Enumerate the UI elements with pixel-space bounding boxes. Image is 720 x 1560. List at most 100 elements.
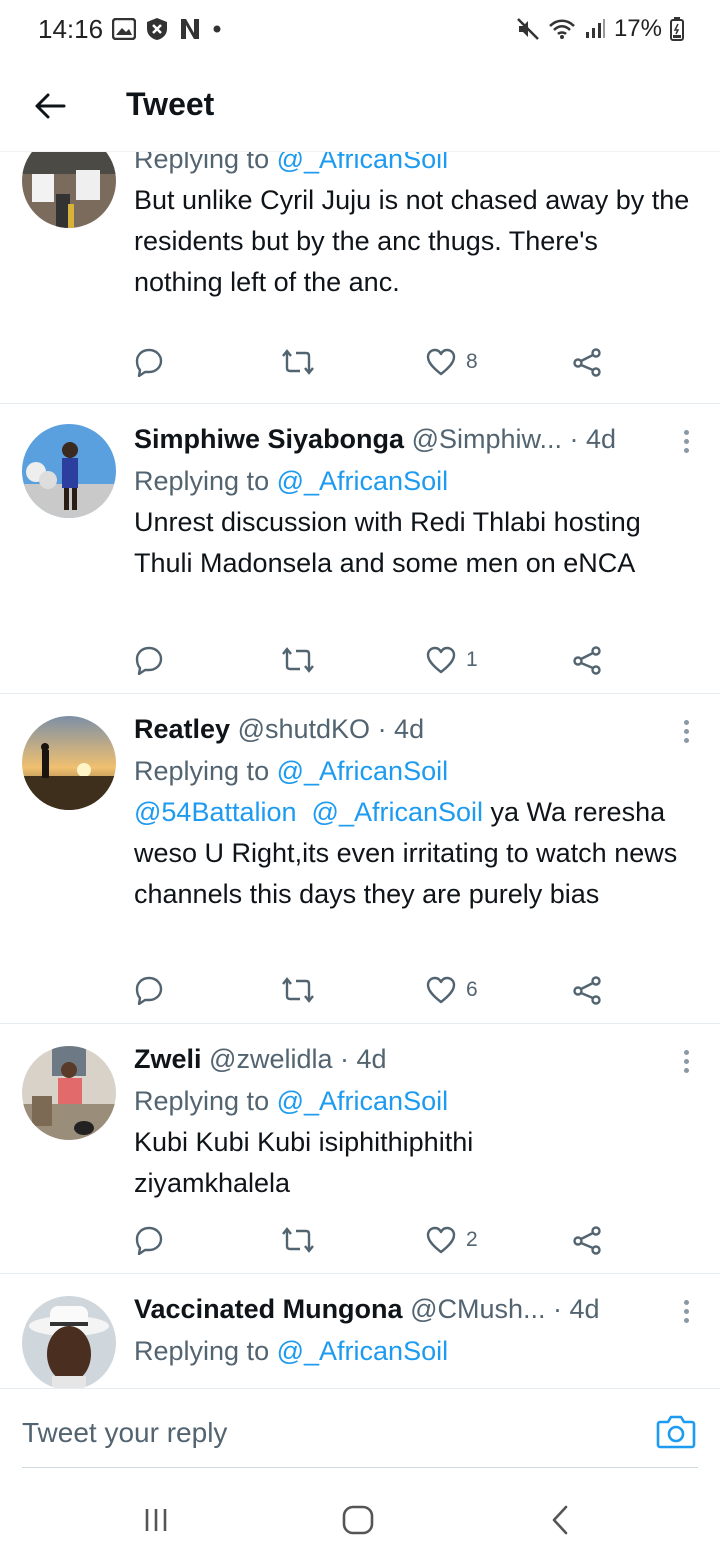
like-icon [426,976,456,1004]
tweet-text: Unrest discussion with Redi Thlabi hosti… [134,507,641,578]
battery-level: 17% [613,15,662,42]
retweet-icon [282,977,314,1003]
replying-to: Replying to @_AfricanSoil [134,1336,449,1366]
tweet-item[interactable]: Simphiwe Siyabonga @Simphiw... · 4d Repl… [0,404,720,694]
camera-button[interactable] [656,1413,696,1453]
replying-to: Replying to @_AfricanSoil [134,466,449,496]
like-count: 2 [466,1228,478,1251]
replying-to-link[interactable]: @_AfricanSoil [277,756,448,786]
replies-feed[interactable]: Replying to @_AfricanSoil But unlike Cyr… [0,152,720,1388]
author-name[interactable]: Vaccinated Mungona [134,1294,403,1324]
page-title: Tweet [126,86,215,122]
mute-icon [517,18,539,40]
author-handle[interactable]: @zwelidla [209,1044,332,1074]
author-handle[interactable]: @shutdKO [238,714,370,744]
reply-input-underline [22,1467,698,1468]
reply-button[interactable] [134,970,164,1010]
system-navigation-bar [0,1478,720,1560]
wifi-icon [549,19,575,39]
tweet-text: Kubi Kubi Kubi isiphithiphithi ziyamkhal… [134,1127,474,1198]
tweet-item[interactable]: Reatley @shutdKO · 4d Replying to @_Afri… [0,694,720,1024]
mention-link[interactable]: @_AfricanSoil [312,797,483,827]
retweet-button[interactable] [282,970,314,1010]
share-icon [573,646,601,675]
share-button[interactable] [572,342,602,382]
tweet-actions: 1 [134,640,614,680]
share-icon [573,1226,601,1255]
camera-icon [656,1415,696,1449]
status-time: 14:16 [38,14,104,44]
reply-input[interactable]: Tweet your reply [22,1417,227,1449]
tweet-time: · 4d [569,424,617,454]
system-icons: 17% [516,14,684,44]
like-count: 8 [466,350,478,373]
tweet-meta: Vaccinated Mungona @CMush... · 4d [134,1292,692,1326]
recent-apps-button[interactable] [136,1500,176,1540]
like-button[interactable]: 8 [426,342,478,382]
tweet-meta: Zweli @zwelidla · 4d [134,1042,692,1076]
replying-to: Replying to @_AfricanSoil [134,1086,449,1116]
like-icon [426,348,456,376]
author-handle[interactable]: @Simphiw... [412,424,562,454]
battery-icon [670,17,684,41]
dot-icon [213,25,221,33]
like-icon [426,646,456,674]
author-name[interactable]: Zweli [134,1044,202,1074]
reply-button[interactable] [134,1220,164,1260]
reply-button[interactable] [134,342,164,382]
tweet-meta: Reatley @shutdKO · 4d [134,712,692,746]
retweet-button[interactable] [282,342,314,382]
home-button[interactable] [338,1500,378,1540]
reply-icon [135,976,163,1005]
retweet-icon [282,349,314,375]
reply-button[interactable] [134,640,164,680]
replying-to-link[interactable]: @_AfricanSoil [277,1336,448,1366]
tweet-item[interactable]: Replying to @_AfricanSoil But unlike Cyr… [0,152,720,404]
replying-to: Replying to @_AfricanSoil [134,152,692,176]
tweet-time: · 4d [340,1044,387,1074]
recent-apps-icon [145,1509,167,1531]
signal-icon [585,19,605,38]
replying-to: Replying to @_AfricanSoil [134,756,449,786]
tweet-actions: 2 [134,1220,614,1260]
avatar[interactable] [22,1046,116,1140]
avatar[interactable] [22,152,116,228]
reply-icon [135,348,163,377]
like-button[interactable]: 1 [426,640,478,680]
tweet-actions: 6 [134,970,614,1010]
avatar[interactable] [22,1296,116,1388]
like-count: 6 [466,978,478,1001]
retweet-button[interactable] [282,1220,314,1260]
tweet-time: · 4d [377,714,425,744]
top-app-bar: Tweet [0,60,720,152]
retweet-button[interactable] [282,640,314,680]
tweet-item[interactable]: Zweli @zwelidla · 4d Replying to @_Afric… [0,1024,720,1274]
author-name[interactable]: Reatley [134,714,230,744]
share-button[interactable] [572,970,602,1010]
shield-icon [147,18,167,40]
share-button[interactable] [572,1220,602,1260]
like-button[interactable]: 6 [426,970,478,1010]
replying-to-link[interactable]: @_AfricanSoil [277,1086,448,1116]
tweet-time: · 4d [553,1294,600,1324]
avatar[interactable] [22,716,116,810]
author-name[interactable]: Simphiwe Siyabonga [134,424,404,454]
retweet-icon [282,1227,314,1253]
replying-to-link[interactable]: @_AfricanSoil [277,466,448,496]
replying-to-link[interactable]: @_AfricanSoil [277,152,448,174]
mention-link[interactable]: @54Battalion [134,797,297,827]
share-icon [573,348,601,377]
share-button[interactable] [572,640,602,680]
tweet-item[interactable]: Vaccinated Mungona @CMush... · 4d Replyi… [0,1274,720,1388]
system-back-button[interactable] [540,1500,580,1540]
status-bar: 14:16 17% [0,0,720,60]
chevron-left-icon [552,1505,568,1535]
author-handle[interactable]: @CMush... [410,1294,545,1324]
share-icon [573,976,601,1005]
like-button[interactable]: 2 [426,1220,478,1260]
back-button[interactable] [30,86,70,126]
gallery-icon [112,18,136,40]
back-arrow-icon [35,93,66,119]
avatar[interactable] [22,424,116,518]
reply-icon [135,646,163,675]
